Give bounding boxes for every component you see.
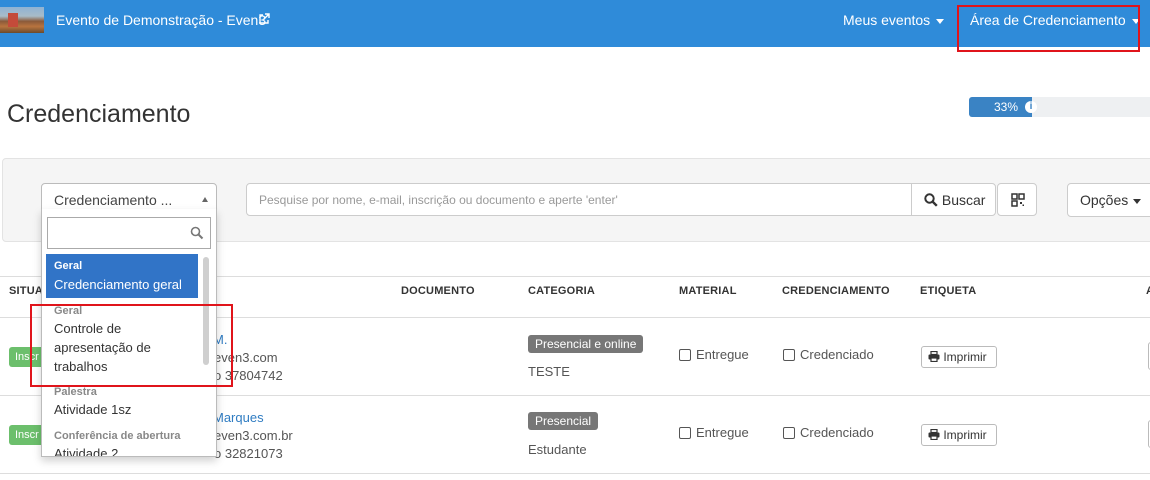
participant-email: even3.com.br [214,428,293,443]
row-divider [0,473,1150,474]
qr-code-icon [1011,193,1025,207]
options-button-label: Opções [1080,192,1129,208]
col-header-document: DOCUMENTO [401,285,475,297]
qr-code-button[interactable] [997,183,1037,216]
highlight-box-credential-area [957,5,1140,52]
col-header-label: ETIQUETA [920,285,977,297]
dropdown-search-input[interactable] [47,217,211,249]
col-header-credential: CREDENCIAMENTO [782,285,890,297]
participant-name-link[interactable]: Marques [213,410,264,425]
credential-checkbox[interactable] [783,349,795,361]
material-label: Entregue [696,347,749,362]
print-button[interactable]: Imprimir [921,346,997,368]
print-button-label: Imprimir [943,428,987,442]
chevron-up-icon [202,197,208,202]
search-button-label: Buscar [941,192,986,208]
col-header-category: CATEGORIA [528,285,595,297]
option-group-label: Palestra [54,386,97,398]
my-events-menu[interactable]: Meus eventos [843,12,945,28]
participant-document: o 32821073 [214,446,283,461]
event-title-link[interactable]: Evento de Demonstração - Even3 [56,12,266,28]
category-badge: Presencial [528,412,599,430]
highlight-box-option [30,304,233,387]
col-header-material: MATERIAL [679,285,737,297]
my-events-label: Meus eventos [843,12,931,28]
category-badge: Presencial e online [528,335,644,353]
chevron-down-icon [936,18,945,24]
material-checkbox[interactable] [679,427,691,439]
activity-select-value: Credenciamento ... [54,192,173,208]
event-thumbnail[interactable] [0,7,44,33]
credential-label: Credenciado [800,347,874,362]
option-group-label: Geral [54,260,83,272]
material-checkbox[interactable] [679,349,691,361]
credential-progress-bar: 33% i [969,97,1150,117]
info-icon[interactable]: i [1025,101,1037,113]
credential-label: Credenciado [800,425,874,440]
category-text: Estudante [528,442,587,457]
search-icon [924,193,938,207]
options-button[interactable]: Opções [1067,183,1150,217]
col-header-status: SITUA [9,285,43,297]
search-button[interactable]: Buscar [911,183,996,216]
status-badge: Inscr [9,425,45,445]
dropdown-option-selected[interactable]: Geral Credenciamento geral [46,254,198,298]
category-text: TESTE [528,364,570,379]
option-group-label: Conferência de abertura [54,430,181,442]
external-link-icon[interactable] [258,13,270,25]
chevron-down-icon [1133,198,1142,204]
option-label: Credenciamento geral [54,277,182,292]
col-header-actions: A [1146,285,1150,297]
option-label: Atividade 2 [54,446,119,457]
page-title: Credenciamento [7,100,191,128]
search-input[interactable] [246,183,912,216]
print-button-label: Imprimir [943,350,987,364]
search-icon [190,226,204,240]
material-label: Entregue [696,425,749,440]
option-label: Atividade 1sz [54,402,132,417]
progress-label: 33% [994,100,1019,114]
printer-icon [928,428,940,441]
credential-checkbox[interactable] [783,427,795,439]
printer-icon [928,350,940,363]
print-button[interactable]: Imprimir [921,424,997,446]
